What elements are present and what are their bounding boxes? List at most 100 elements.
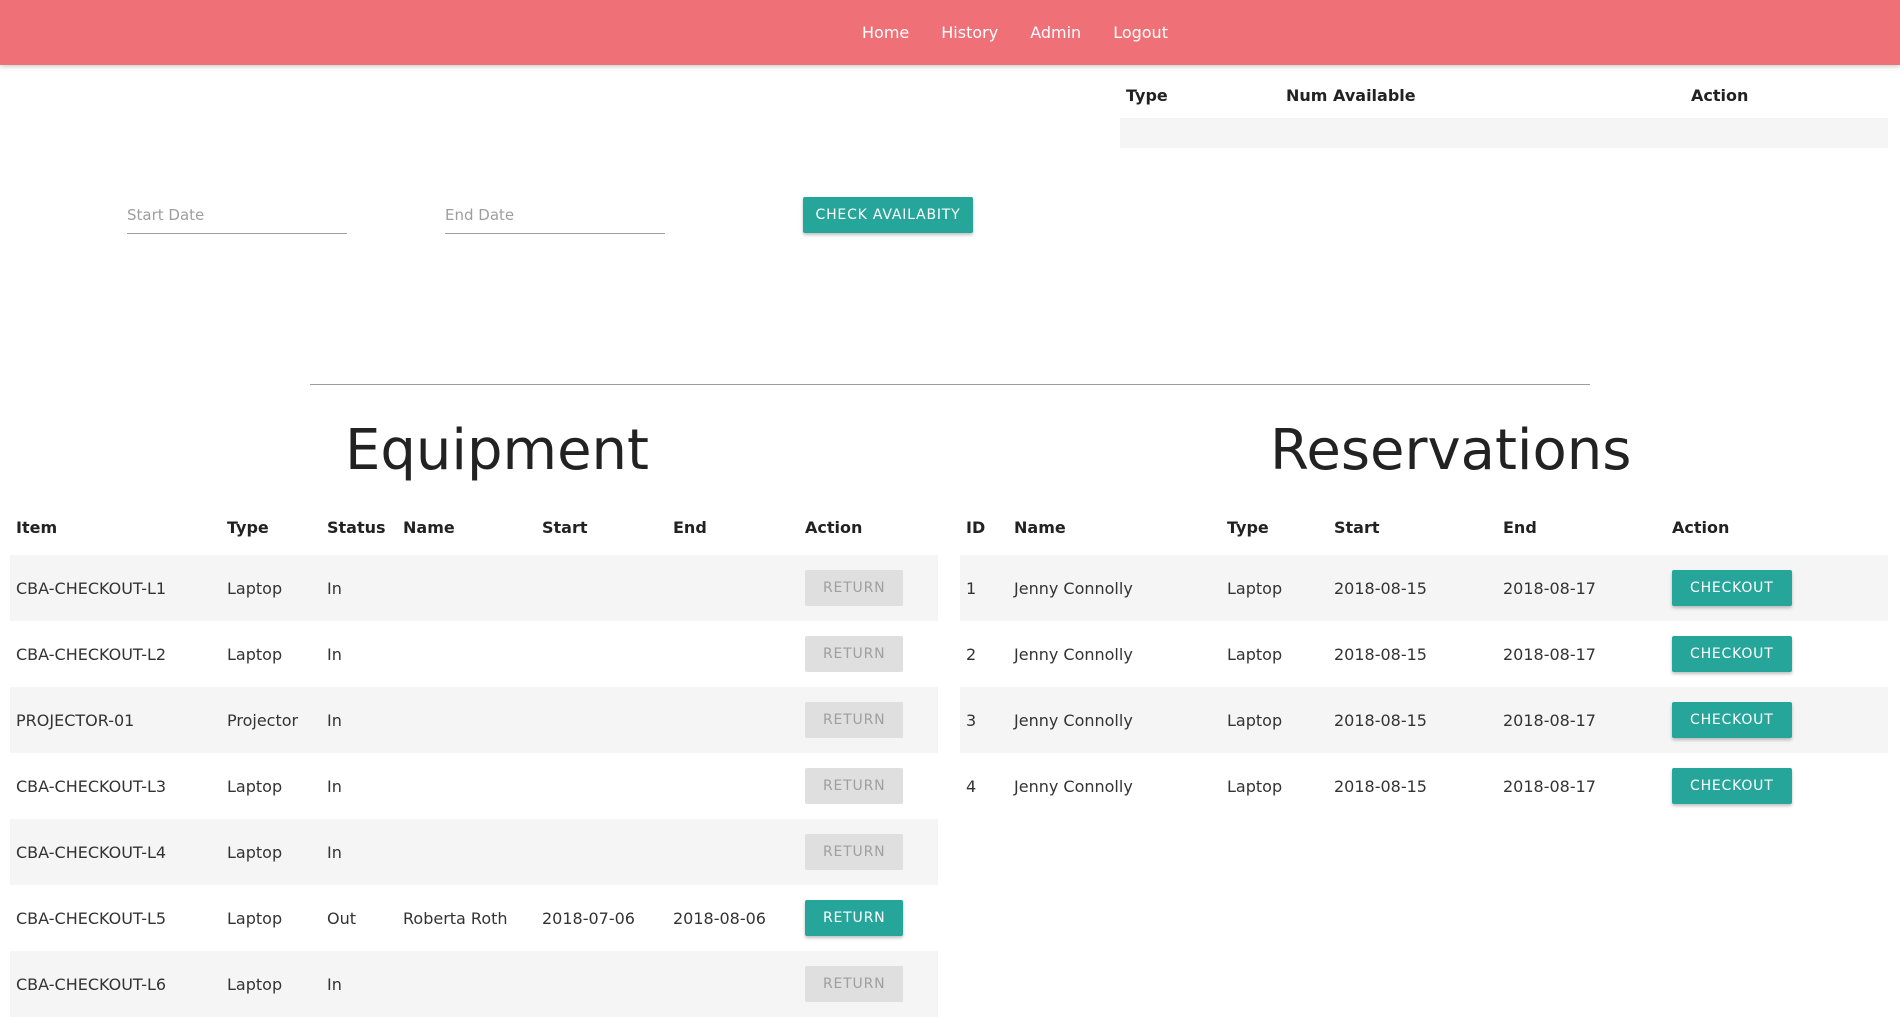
equipment-item: CBA-CHECKOUT-L1 [16,578,167,598]
equipment-end [667,687,799,753]
end-date-input[interactable] [445,196,665,234]
equipment-name [397,819,536,885]
equipment-status: In [327,644,342,664]
equipment-row: CBA-CHECKOUT-L1 Laptop In Return [10,555,938,621]
reservation-start: 2018-08-15 [1334,578,1427,598]
reservation-row: 4 Jenny Connolly Laptop 2018-08-15 2018-… [960,753,1888,819]
return-button: Return [805,966,904,1002]
reservation-id: 3 [966,710,977,730]
equipment-end [667,621,799,687]
checkout-button[interactable]: Checkout [1672,768,1792,804]
return-button: Return [805,702,904,738]
start-date-input[interactable] [127,196,347,234]
equipment-name [397,753,536,819]
equipment-end [667,819,799,885]
availability-header-action: Action [1691,85,1749,105]
equipment-title: Equipment [345,418,649,483]
equipment-start [536,555,667,621]
equipment-item: CBA-CHECKOUT-L6 [16,974,167,994]
equipment-end: 2018-08-06 [673,908,766,928]
nav-link-admin[interactable]: Admin [1014,23,1097,42]
equipment-name: Roberta Roth [403,908,508,928]
return-button: Return [805,834,904,870]
reservation-id: 2 [966,644,977,664]
equipment-type: Laptop [227,644,283,664]
equipment-item: CBA-CHECKOUT-L3 [16,776,167,796]
equipment-start [536,819,667,885]
reservation-type: Laptop [1227,578,1283,598]
reservations-header-id: ID [966,518,986,537]
nav-link-history[interactable]: History [925,23,1014,42]
reservation-id: 1 [966,578,977,598]
equipment-row: CBA-CHECKOUT-L6 Laptop In Return [10,951,938,1017]
equipment-type: Laptop [227,842,283,862]
reservation-name: Jenny Connolly [1014,644,1133,664]
equipment-start [536,753,667,819]
equipment-row: CBA-CHECKOUT-L2 Laptop In Return [10,621,938,687]
equipment-status: In [327,710,342,730]
reservation-name: Jenny Connolly [1014,710,1133,730]
equipment-start [536,621,667,687]
equipment-header-name: Name [403,518,455,537]
reservation-type: Laptop [1227,644,1283,664]
reservations-table: ID Name Type Start End Action 1 Jenny Co… [960,500,1888,819]
equipment-header-type: Type [227,518,269,537]
reservations-header-row: ID Name Type Start End Action [960,500,1888,555]
reservation-row: 3 Jenny Connolly Laptop 2018-08-15 2018-… [960,687,1888,753]
availability-header-type: Type [1126,85,1168,105]
equipment-name [397,555,536,621]
equipment-row: PROJECTOR-01 Projector In Return [10,687,938,753]
return-button[interactable]: Return [805,900,904,936]
reservation-row: 2 Jenny Connolly Laptop 2018-08-15 2018-… [960,621,1888,687]
reservations-header-name: Name [1014,518,1066,537]
equipment-name [397,951,536,1017]
reservation-name: Jenny Connolly [1014,776,1133,796]
checkout-button[interactable]: Checkout [1672,636,1792,672]
reservation-type: Laptop [1227,776,1283,796]
nav-link-home[interactable]: Home [846,23,925,42]
equipment-status: In [327,842,342,862]
equipment-end [667,753,799,819]
equipment-end [667,951,799,1017]
availability-header-num-available: Num Available [1286,85,1416,105]
reservations-title: Reservations [1270,418,1632,483]
section-divider [310,384,1590,385]
reservations-header-end: End [1503,518,1537,537]
equipment-row: CBA-CHECKOUT-L5 Laptop Out Roberta Roth … [10,885,938,951]
equipment-item: CBA-CHECKOUT-L5 [16,908,167,928]
equipment-item: PROJECTOR-01 [16,710,135,730]
reservations-header-type: Type [1227,518,1269,537]
equipment-type: Laptop [227,908,283,928]
availability-empty-row [1120,118,1888,148]
equipment-header-status: Status [327,518,386,537]
equipment-start: 2018-07-06 [542,908,635,928]
equipment-status: Out [327,908,357,928]
equipment-header-end: End [673,518,707,537]
reservation-id: 4 [966,776,977,796]
availability-table: Type Num Available Action [1120,72,1888,148]
check-availability-button[interactable]: Check Availabity [803,197,973,233]
equipment-type: Projector [227,710,299,730]
reservations-header-action: Action [1672,518,1730,537]
checkout-button[interactable]: Checkout [1672,570,1792,606]
equipment-type: Laptop [227,578,283,598]
reservation-end: 2018-08-17 [1503,776,1596,796]
return-button: Return [805,636,904,672]
equipment-item: CBA-CHECKOUT-L2 [16,644,167,664]
equipment-row: CBA-CHECKOUT-L4 Laptop In Return [10,819,938,885]
nav-link-logout[interactable]: Logout [1097,23,1184,42]
checkout-button[interactable]: Checkout [1672,702,1792,738]
reservation-end: 2018-08-17 [1503,578,1596,598]
equipment-status: In [327,776,342,796]
equipment-item: CBA-CHECKOUT-L4 [16,842,167,862]
reservation-row: 1 Jenny Connolly Laptop 2018-08-15 2018-… [960,555,1888,621]
equipment-status: In [327,974,342,994]
return-button: Return [805,570,904,606]
equipment-name [397,687,536,753]
reservation-end: 2018-08-17 [1503,710,1596,730]
equipment-type: Laptop [227,776,283,796]
equipment-start [536,951,667,1017]
reservation-start: 2018-08-15 [1334,776,1427,796]
equipment-end [667,555,799,621]
equipment-status: In [327,578,342,598]
